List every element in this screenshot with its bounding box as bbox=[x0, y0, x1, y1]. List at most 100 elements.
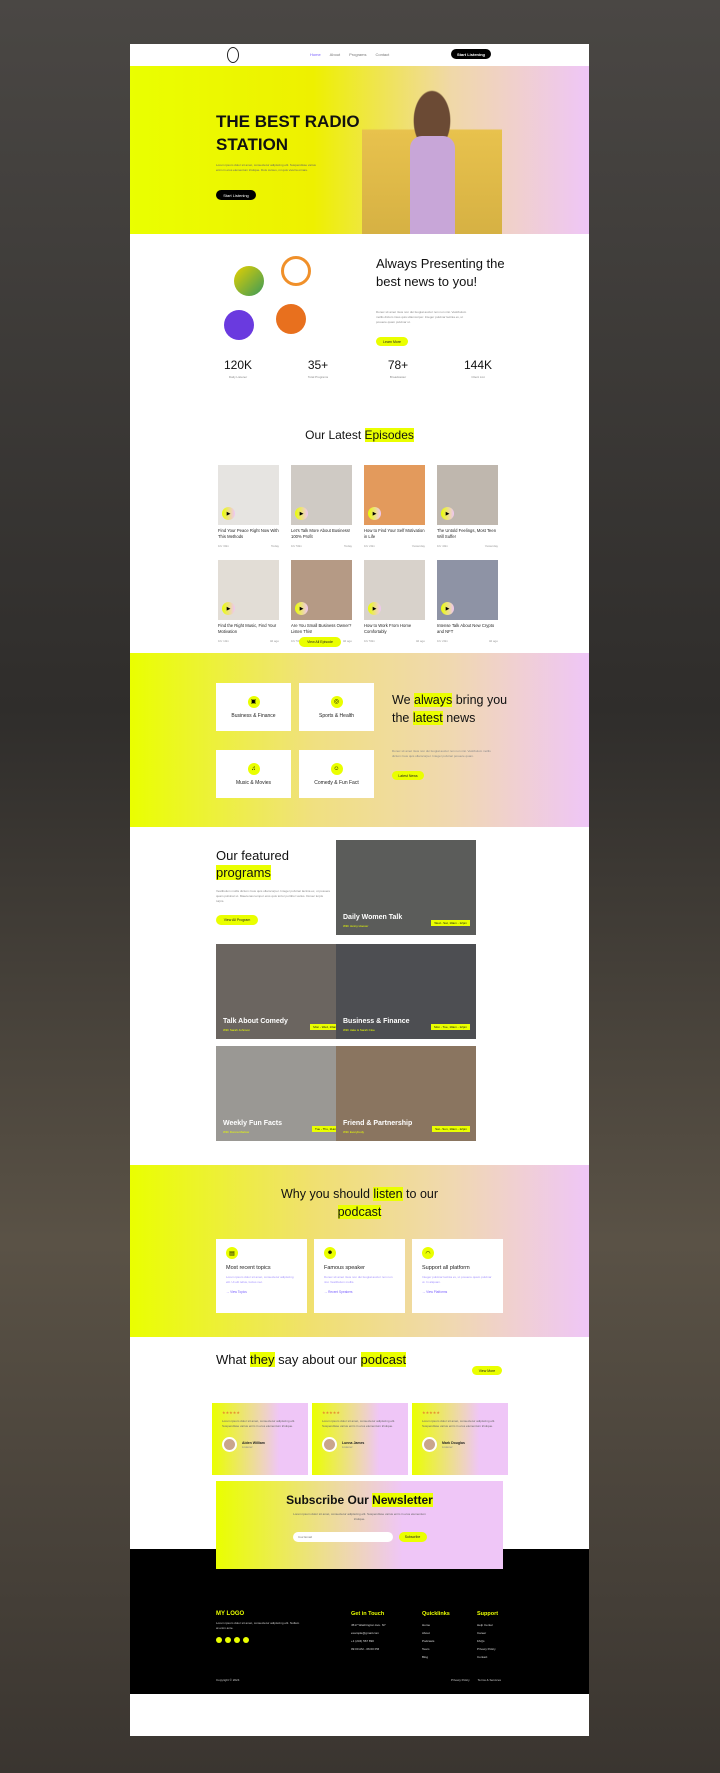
episodes-grid: ▶ Find Your Peace Right Now With This Met… bbox=[218, 465, 498, 643]
youtube-icon[interactable] bbox=[243, 1637, 249, 1643]
footer-support: Support Help Center Career FAQs Privacy Pol… bbox=[477, 1611, 499, 1659]
episode-card[interactable]: ▶ Are You Small Business Owner? Listen Th… bbox=[291, 560, 352, 643]
newsletter-desc: Lorem ipsum dolor sit amet, consectetur … bbox=[293, 1512, 426, 1521]
social-icons bbox=[216, 1637, 249, 1643]
navbar: Home About Programs Contact Start Listen… bbox=[130, 44, 589, 66]
privacy-link[interactable]: Privacy Policy bbox=[451, 1678, 470, 1682]
program-card[interactable]: Daily Women Talk With Jenny Hoover Wed - S… bbox=[336, 840, 476, 935]
star-rating: ★★★★★ bbox=[222, 1410, 240, 1415]
star-rating: ★★★★★ bbox=[422, 1410, 440, 1415]
episode-thumbnail: ▶ bbox=[364, 465, 425, 525]
instagram-icon[interactable] bbox=[234, 1637, 240, 1643]
stat-item: 35+ Total Programs bbox=[307, 358, 329, 379]
nav-about[interactable]: About bbox=[330, 52, 340, 57]
footer-logo[interactable]: MY LOGO bbox=[216, 1611, 244, 1617]
headphones-icon bbox=[281, 256, 311, 286]
play-icon[interactable]: ▶ bbox=[441, 602, 454, 615]
episode-card[interactable]: ▶ Find Your Peace Right Now With This Met… bbox=[218, 465, 279, 548]
reason-card: ▤ Most recent topics Lorem ipsum dolor sit… bbox=[216, 1239, 307, 1313]
episode-thumbnail: ▶ bbox=[218, 560, 279, 620]
nav-programs[interactable]: Programs bbox=[349, 52, 366, 57]
play-icon[interactable]: ▶ bbox=[368, 507, 381, 520]
program-card[interactable]: Talk About Comedy With Sarah Johnson Mon -… bbox=[216, 944, 356, 1039]
terms-link[interactable]: Terms & Services bbox=[478, 1678, 501, 1682]
play-icon[interactable]: ▶ bbox=[222, 602, 235, 615]
subscribe-button[interactable]: Subscribe bbox=[398, 1532, 427, 1542]
footer-quicklinks: Quicklinks Home About Podcasts Team Blog bbox=[422, 1611, 450, 1659]
dog-headphones-icon bbox=[224, 310, 254, 340]
episode-thumbnail: ▶ bbox=[364, 560, 425, 620]
testimonials-title: What they say about our podcast bbox=[216, 1352, 407, 1367]
episodes-title: Our Latest Episodes bbox=[305, 428, 414, 442]
play-icon[interactable]: ▶ bbox=[295, 602, 308, 615]
program-card[interactable]: Friend & Partnership With Everybody Sat - … bbox=[336, 1046, 476, 1141]
page: Home About Programs Contact Start Listen… bbox=[130, 44, 589, 1736]
smiley-icon: ☺ bbox=[330, 762, 343, 775]
why-title: Why you should listen to our podcast bbox=[280, 1187, 439, 1219]
episode-card[interactable]: ▶ Let's Talk More About Business! 100% Pr… bbox=[291, 465, 352, 548]
hero-image-detail bbox=[410, 136, 455, 234]
avatar bbox=[422, 1437, 437, 1452]
episode-thumbnail: ▶ bbox=[291, 465, 352, 525]
episode-thumbnail: ▶ bbox=[437, 560, 498, 620]
about-section: Always Presenting the best news to you! … bbox=[130, 234, 589, 417]
program-card[interactable]: Weekly Fun Facts With Donna Marlow Tue - T… bbox=[216, 1046, 356, 1141]
nav-home[interactable]: Home bbox=[310, 52, 321, 57]
headphones-icon: ◠ bbox=[422, 1247, 434, 1259]
facebook-icon[interactable] bbox=[216, 1637, 222, 1643]
play-icon[interactable]: ▶ bbox=[441, 507, 454, 520]
about-desc: Donec sit amet risus non dui feugiat auc… bbox=[376, 310, 467, 324]
footer: MY LOGO Lorem ipsum dolor sit amet, cons… bbox=[130, 1549, 589, 1694]
program-card[interactable]: Business & Finance With Jake & Sarah Cloe… bbox=[336, 944, 476, 1039]
play-icon[interactable]: ▶ bbox=[222, 507, 235, 520]
newsletter-wrapper: Subscribe Our Newsletter Lorem ipsum dol… bbox=[130, 1481, 589, 1569]
play-icon[interactable]: ▶ bbox=[368, 602, 381, 615]
categories-section: ▣ Business & Finance ◎ Sports & Health ♫ Mu… bbox=[130, 653, 589, 827]
hero-title: THE BEST RADIO STATION bbox=[216, 112, 360, 154]
episode-card[interactable]: ▶ Find the Right Music, Find Your Motivat… bbox=[218, 560, 279, 643]
twitter-icon[interactable] bbox=[225, 1637, 231, 1643]
stat-item: 120K Daily Listener bbox=[223, 358, 253, 379]
featured-title: Our featured programs bbox=[216, 848, 289, 880]
play-icon[interactable]: ▶ bbox=[295, 507, 308, 520]
episode-card[interactable]: ▶ How to Work From Home Comfortably 1hr 50… bbox=[364, 560, 425, 643]
learn-more-button[interactable]: Learn More bbox=[376, 337, 408, 346]
stats-row: 120K Daily Listener 35+ Total Programs 78+… bbox=[208, 358, 508, 379]
testimonial-card: ★★★★★ Lorem ipsum dolor sit amet, consect… bbox=[212, 1403, 308, 1475]
episode-card[interactable]: ▶ The Untold Feelings, Most Teen Will Suf… bbox=[437, 465, 498, 548]
mic-logo-icon[interactable] bbox=[227, 47, 239, 63]
hero-section: THE BEST RADIO STATION Lorem ipsum dolor… bbox=[130, 66, 589, 234]
episode-thumbnail: ▶ bbox=[437, 465, 498, 525]
categories-title: We always bring you the latest news bbox=[392, 693, 508, 725]
avatar bbox=[322, 1437, 337, 1452]
email-input[interactable] bbox=[292, 1532, 393, 1542]
category-card[interactable]: ▣ Business & Finance bbox=[216, 683, 291, 731]
testimonial-card: ★★★★★ Lorem ipsum dolor sit amet, consect… bbox=[412, 1403, 508, 1475]
episode-card[interactable]: ▶ How to Find Your Self Motivation in Lif… bbox=[364, 465, 425, 548]
view-all-program-button[interactable]: View All Program bbox=[216, 915, 258, 925]
star-rating: ★★★★★ bbox=[322, 1410, 340, 1415]
about-title: Always Presenting the best news to you! bbox=[376, 256, 505, 289]
footer-contact: Get in Touch 4517 Washington Ave. NY exam… bbox=[351, 1611, 386, 1651]
view-more-button[interactable]: View More bbox=[472, 1366, 502, 1375]
episode-card[interactable]: ▶ Intense Talk About New Crypto and NFT 1h… bbox=[437, 560, 498, 643]
hero-cta-button[interactable]: Start Listening bbox=[216, 190, 256, 200]
footer-desc: Lorem ipsum dolor sit amet, consectetur … bbox=[216, 1621, 300, 1630]
episodes-section: Our Latest Episodes ▶ Find Your Peace Rig… bbox=[130, 417, 589, 653]
why-section: Why you should listen to our podcast ▤ Mo… bbox=[130, 1165, 589, 1337]
testimonials-section: What they say about our podcast View Mor… bbox=[130, 1337, 589, 1505]
episode-thumbnail: ▶ bbox=[291, 560, 352, 620]
episode-thumbnail: ▶ bbox=[218, 465, 279, 525]
category-card[interactable]: ☺ Comedy & Fun Fact bbox=[299, 750, 374, 798]
featured-desc: Vestibulum mollis dictum risus quis ulla… bbox=[216, 889, 331, 903]
nav-contact[interactable]: Contact bbox=[375, 52, 389, 57]
category-card[interactable]: ♫ Music & Movies bbox=[216, 750, 291, 798]
chat-bubble-icon bbox=[276, 304, 306, 334]
latest-news-button[interactable]: Latest News bbox=[392, 771, 424, 780]
copyright: Copyright © 2024 bbox=[216, 1678, 240, 1682]
start-listening-button[interactable]: Start Listening bbox=[451, 49, 491, 59]
category-card[interactable]: ◎ Sports & Health bbox=[299, 683, 374, 731]
stat-item: 144K Client List bbox=[463, 358, 493, 379]
people-icon: ☻ bbox=[324, 1247, 336, 1259]
view-all-episode-button[interactable]: View All Episode bbox=[299, 637, 341, 647]
